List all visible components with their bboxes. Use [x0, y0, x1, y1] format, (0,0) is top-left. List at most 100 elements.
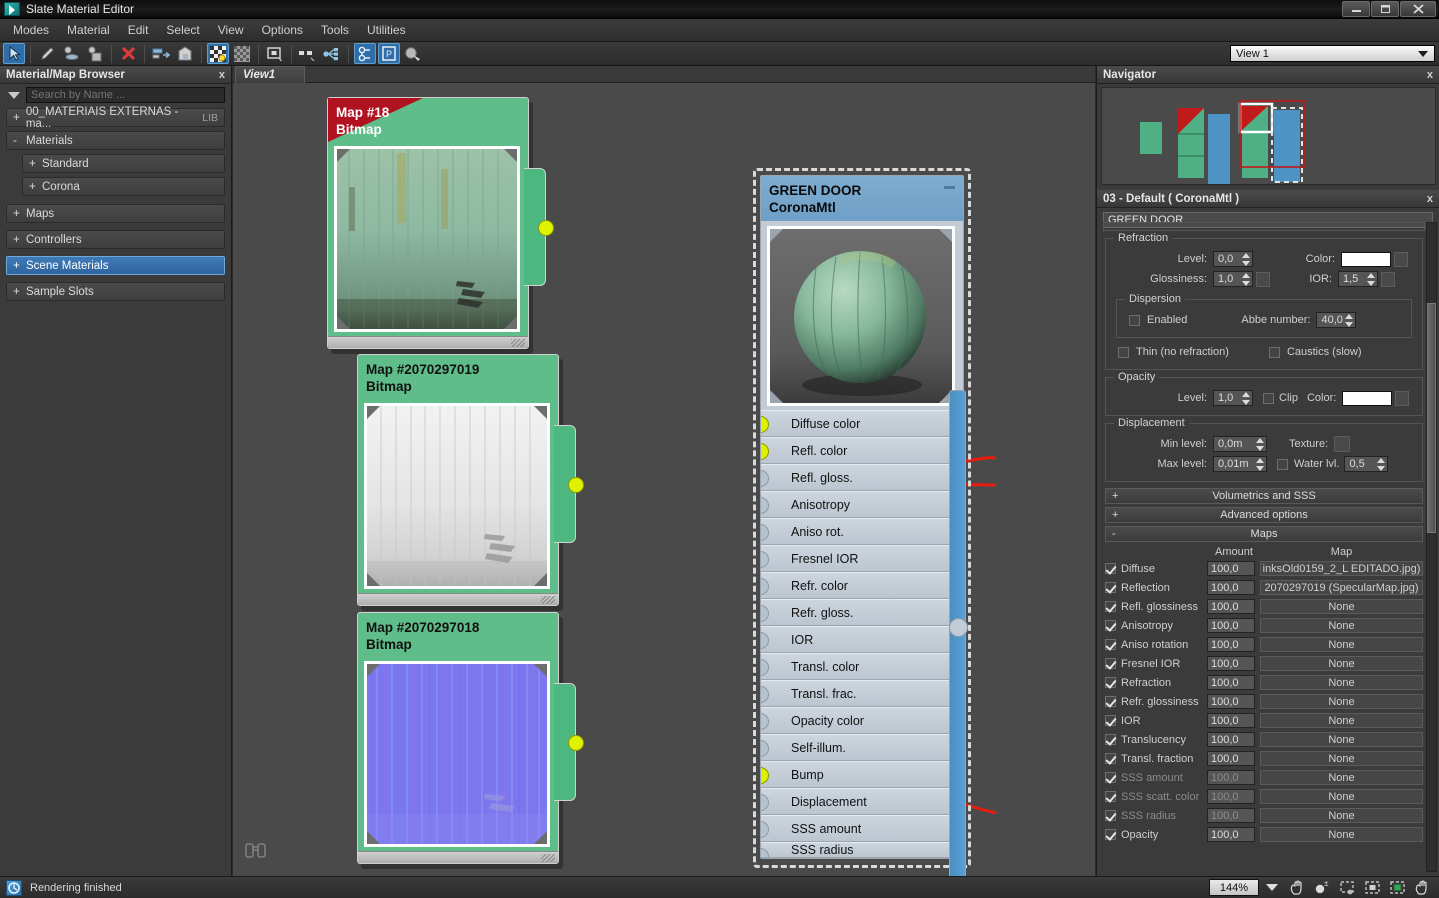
spinner-arrows-icon[interactable]: [1344, 314, 1354, 327]
maps-amount-spinner[interactable]: 100,0: [1207, 713, 1255, 728]
menu-utilities[interactable]: Utilities: [358, 20, 415, 40]
maps-checkbox[interactable]: [1105, 639, 1116, 650]
input-socket[interactable]: [761, 821, 769, 838]
input-slot-transl-frac[interactable]: Transl. frac.: [761, 680, 963, 707]
spinner-arrows-icon[interactable]: [1366, 273, 1376, 286]
put-material-to-library-button[interactable]: [174, 43, 196, 64]
maps-checkbox[interactable]: [1105, 620, 1116, 631]
browser-item-materiais-externas[interactable]: + 00_MATERIAIS EXTERNAS - ma... LIB: [6, 106, 225, 130]
search-options-icon[interactable]: [8, 91, 20, 99]
input-slot-self-illum[interactable]: Self-illum.: [761, 734, 963, 761]
maps-amount-spinner[interactable]: 100,0: [1207, 599, 1255, 614]
output-socket[interactable]: [568, 477, 584, 493]
node-body[interactable]: Map #2070297019 Bitmap: [357, 354, 584, 606]
view-select-dropdown[interactable]: View 1: [1230, 45, 1435, 62]
maps-row-sss-radius[interactable]: SSS radius 100,0 None: [1105, 806, 1423, 825]
maps-map-button[interactable]: inksOld0159_2_L EDITADO.jpg): [1260, 561, 1423, 576]
scrollbar-thumb[interactable]: [1427, 303, 1436, 533]
maps-row-anisotropy[interactable]: Anisotropy 100,0 None: [1105, 616, 1423, 635]
maps-row-transl-fraction[interactable]: Transl. fraction 100,0 None: [1105, 749, 1423, 768]
input-slot-sss-amount[interactable]: SSS amount: [761, 815, 963, 842]
spinner-arrows-icon[interactable]: [1241, 392, 1251, 405]
maps-checkbox[interactable]: [1105, 715, 1116, 726]
thin-no-refraction-checkbox[interactable]: [1118, 346, 1129, 358]
menu-modes[interactable]: Modes: [4, 20, 58, 40]
zoom-icon[interactable]: ±: [1311, 878, 1334, 897]
opacity-color-map-button[interactable]: [1395, 390, 1410, 406]
resize-grip-icon[interactable]: [541, 854, 555, 862]
output-socket[interactable]: [568, 735, 584, 751]
maps-row-fresnel-ior[interactable]: Fresnel IOR 100,0 None: [1105, 654, 1423, 673]
input-socket[interactable]: [761, 767, 769, 784]
close-button[interactable]: [1400, 1, 1436, 17]
maps-checkbox[interactable]: [1105, 829, 1116, 840]
refraction-ior-spinner[interactable]: 1,5: [1338, 271, 1378, 287]
browser-item-standard[interactable]: + Standard: [22, 154, 225, 173]
maps-amount-spinner[interactable]: 100,0: [1207, 637, 1255, 652]
maps-map-button[interactable]: None: [1260, 618, 1423, 633]
input-slot-refr-color[interactable]: Refr. color: [761, 572, 963, 599]
opacity-color-swatch[interactable]: [1342, 390, 1393, 406]
browser-item-scene-materials[interactable]: + Scene Materials: [6, 256, 225, 275]
maps-checkbox[interactable]: [1105, 601, 1116, 612]
input-slot-displacement[interactable]: Displacement: [761, 788, 963, 815]
input-socket[interactable]: [761, 740, 769, 757]
water-level-checkbox[interactable]: [1277, 458, 1288, 470]
lay-out-all-button[interactable]: [354, 43, 376, 64]
zoom-extents-selected-icon[interactable]: [1386, 878, 1409, 897]
maps-map-button[interactable]: None: [1260, 713, 1423, 728]
maps-checkbox[interactable]: [1105, 772, 1116, 783]
material-map-browser-toggle-button[interactable]: [402, 43, 424, 64]
maps-checkbox[interactable]: [1105, 791, 1116, 802]
refraction-glossiness-spinner[interactable]: 1,0: [1213, 271, 1253, 287]
params-vertical-scrollbar[interactable]: [1426, 222, 1437, 872]
menu-material[interactable]: Material: [58, 20, 119, 40]
select-tool-button[interactable]: [3, 43, 25, 64]
spinner-arrows-icon[interactable]: [1255, 458, 1265, 471]
params-close-icon[interactable]: x: [1427, 193, 1433, 205]
maps-checkbox[interactable]: [1105, 810, 1116, 821]
map-node-2070297018[interactable]: Map #2070297018 Bitmap: [357, 612, 584, 869]
input-slot-opacity-color[interactable]: Opacity color: [761, 707, 963, 734]
input-slot-bump[interactable]: Bump: [761, 761, 963, 788]
maps-amount-spinner[interactable]: 100,0: [1207, 675, 1255, 690]
input-socket[interactable]: [761, 497, 769, 514]
input-socket[interactable]: [761, 416, 769, 433]
input-slot-refl-gloss[interactable]: Refl. gloss.: [761, 464, 963, 491]
node-header[interactable]: Map #18 Bitmap: [328, 98, 528, 142]
zoom-extents-icon[interactable]: [1361, 878, 1384, 897]
input-socket[interactable]: [761, 794, 769, 811]
menu-edit[interactable]: Edit: [119, 20, 158, 40]
show-material-in-viewport-button[interactable]: [84, 43, 106, 64]
move-children-button[interactable]: [150, 43, 172, 64]
tab-view1[interactable]: View1: [235, 66, 305, 83]
browser-item-maps[interactable]: + Maps: [6, 204, 225, 223]
displacement-texture-button[interactable]: [1334, 436, 1351, 452]
maps-map-button[interactable]: None: [1260, 808, 1423, 823]
lay-out-children-button[interactable]: [321, 43, 343, 64]
input-slot-sss-radius[interactable]: SSS radius: [761, 842, 963, 858]
chevron-down-icon[interactable]: [1266, 884, 1278, 891]
maps-row-ior[interactable]: IOR 100,0 None: [1105, 711, 1423, 730]
input-socket[interactable]: [761, 659, 769, 676]
material-node-header[interactable]: GREEN DOOR CoronaMtl: [761, 176, 963, 221]
input-slot-diffuse-color[interactable]: Diffuse color: [761, 410, 963, 437]
maps-row-diffuse[interactable]: Diffuse 100,0 inksOld0159_2_L EDITADO.jp…: [1105, 559, 1423, 578]
delete-selected-button[interactable]: [117, 43, 139, 64]
browser-item-materials[interactable]: - Materials: [6, 131, 225, 150]
browser-item-controllers[interactable]: + Controllers: [6, 230, 225, 249]
pan-icon[interactable]: [1286, 878, 1309, 897]
zoom-level-field[interactable]: 144%: [1209, 879, 1259, 896]
input-slot-refl-color[interactable]: Refl. color: [761, 437, 963, 464]
navigator-minimap[interactable]: [1101, 87, 1436, 185]
maps-row-sss-amount[interactable]: SSS amount 100,0 None: [1105, 768, 1423, 787]
material-node-body[interactable]: GREEN DOOR CoronaMtl Diffuse color Refl.…: [760, 175, 964, 859]
refraction-ior-map-button[interactable]: [1381, 271, 1395, 287]
maps-amount-spinner[interactable]: 100,0: [1207, 770, 1255, 785]
maps-map-button[interactable]: None: [1260, 770, 1423, 785]
search-input[interactable]: [26, 87, 225, 103]
browser-close-icon[interactable]: x: [219, 69, 225, 81]
maps-amount-spinner[interactable]: 100,0: [1207, 808, 1255, 823]
menu-options[interactable]: Options: [253, 20, 312, 40]
maps-checkbox[interactable]: [1105, 563, 1116, 574]
